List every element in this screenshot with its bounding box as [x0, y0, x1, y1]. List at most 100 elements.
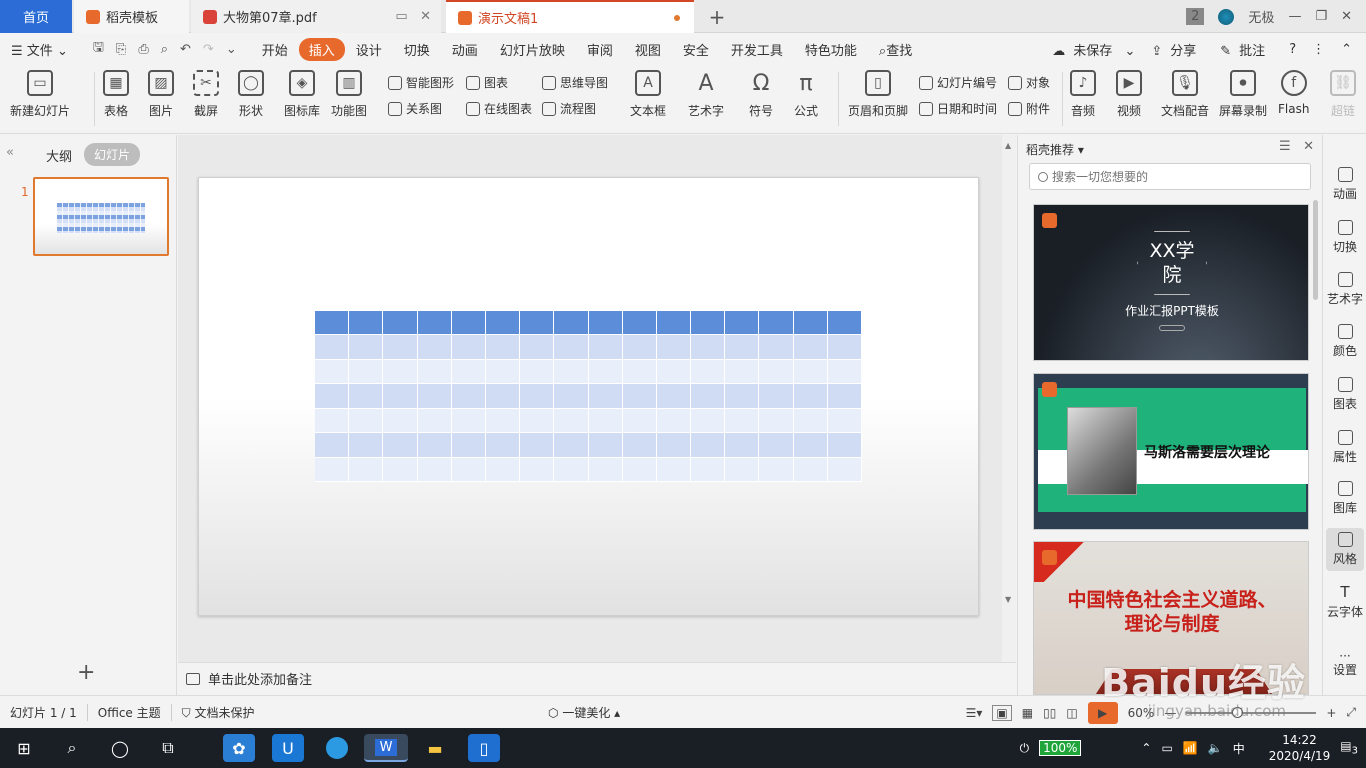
sidebar-properties[interactable]: 属性: [1323, 430, 1366, 465]
close-button[interactable]: ✕: [1341, 9, 1352, 24]
table-cell[interactable]: [622, 457, 657, 482]
beautify-button[interactable]: ⬡ 一键美化 ▴: [548, 704, 620, 721]
table-cell[interactable]: [622, 384, 657, 409]
template-card[interactable]: 马斯洛需要层次理论: [1033, 373, 1309, 530]
chart-button[interactable]: 图表: [466, 74, 508, 91]
table-cell[interactable]: [485, 408, 521, 434]
menu-home[interactable]: 开始: [251, 40, 299, 59]
smart-shape-button[interactable]: 智能图形: [388, 74, 454, 91]
windows-start-icon[interactable]: ⊞: [8, 734, 40, 762]
tray-expand-icon[interactable]: ⌃: [1141, 741, 1151, 755]
more-icon[interactable]: ⌄: [226, 42, 237, 57]
table-cell[interactable]: [349, 408, 384, 434]
table-cell[interactable]: [656, 335, 692, 360]
table-header-cell[interactable]: [588, 311, 623, 336]
table-header-cell[interactable]: [485, 311, 521, 336]
presenter-view-icon[interactable]: ◫: [1066, 706, 1077, 720]
print-icon[interactable]: ⎙: [138, 42, 148, 57]
panel-close-icon[interactable]: ✕: [1303, 139, 1314, 154]
table-cell[interactable]: [451, 359, 486, 385]
table-header-cell[interactable]: [554, 311, 589, 336]
new-tab-button[interactable]: +: [704, 0, 730, 33]
table-cell[interactable]: [793, 457, 828, 482]
table-cell[interactable]: [383, 384, 418, 409]
sorter-view-icon[interactable]: ▦: [1022, 706, 1033, 720]
redo-icon[interactable]: ↷: [203, 42, 214, 57]
flowchart-button[interactable]: 流程图: [542, 100, 596, 117]
table-cell[interactable]: [417, 384, 452, 409]
panel-menu-icon[interactable]: ☰: [1279, 139, 1291, 154]
table-cell[interactable]: [417, 433, 452, 458]
cortana-icon[interactable]: ◯: [104, 734, 136, 762]
table-header-cell[interactable]: [383, 311, 418, 336]
table-header-cell[interactable]: [793, 311, 828, 336]
table-cell[interactable]: [451, 408, 486, 434]
table-cell[interactable]: [656, 457, 692, 482]
menu-special[interactable]: 特色功能: [794, 40, 868, 59]
table-cell[interactable]: [622, 359, 657, 385]
table-cell[interactable]: [793, 359, 828, 385]
table-cell[interactable]: [793, 384, 828, 409]
template-search-input[interactable]: [1052, 169, 1292, 184]
audio-button[interactable]: ♪ 音频: [1070, 70, 1096, 119]
table-cell[interactable]: [485, 335, 521, 360]
screen-record-button[interactable]: ⏺ 屏幕录制: [1219, 70, 1267, 119]
symbol-button[interactable]: Ω 符号: [748, 70, 774, 119]
screenshot-button[interactable]: ✂ 截屏: [193, 70, 219, 119]
table-cell[interactable]: [725, 335, 760, 360]
table-cell[interactable]: [622, 408, 657, 434]
canvas-scrollbar[interactable]: ▲ ▼: [1002, 135, 1016, 662]
phone-app-icon[interactable]: ▯: [468, 734, 500, 762]
table-cell[interactable]: [691, 384, 726, 409]
table-cell[interactable]: [827, 457, 862, 482]
table-cell[interactable]: [451, 384, 486, 409]
table-cell[interactable]: [827, 335, 862, 360]
icon-library-button[interactable]: ◈ 图标库: [284, 70, 320, 119]
task-view-icon[interactable]: ⧉: [152, 734, 184, 762]
menu-transition[interactable]: 切换: [393, 40, 441, 59]
table-cell[interactable]: [451, 335, 486, 360]
table-cell[interactable]: [588, 335, 623, 360]
table-cell[interactable]: [691, 408, 726, 434]
restore-button[interactable]: ❐: [1315, 9, 1327, 24]
table-header-cell[interactable]: [417, 311, 452, 336]
menu-insert[interactable]: 插入: [298, 37, 345, 61]
tab-slides[interactable]: 幻灯片: [84, 143, 141, 166]
menu-slideshow[interactable]: 幻灯片放映: [489, 40, 576, 59]
table-cell[interactable]: [451, 457, 486, 482]
table-cell[interactable]: [520, 457, 555, 482]
wifi-icon[interactable]: 📶: [1183, 741, 1198, 755]
table-cell[interactable]: [315, 335, 350, 360]
sidebar-cloud-font[interactable]: T 云字体: [1323, 585, 1366, 620]
table-header-cell[interactable]: [725, 311, 760, 336]
datetime-button[interactable]: 日期和时间: [919, 100, 997, 117]
app-icon-2[interactable]: U: [272, 734, 304, 762]
table-cell[interactable]: [759, 457, 794, 482]
scroll-down-icon[interactable]: ▼: [1005, 595, 1011, 604]
table-cell[interactable]: [315, 384, 350, 409]
table-header-cell[interactable]: [520, 311, 555, 336]
minimize-button[interactable]: —: [1288, 9, 1301, 24]
table-cell[interactable]: [759, 335, 794, 360]
tab-presentation[interactable]: 演示文稿1: [446, 0, 694, 33]
table-cell[interactable]: [725, 433, 760, 458]
search-icon[interactable]: ⌕: [56, 734, 88, 762]
collapse-panel-icon[interactable]: «: [6, 145, 14, 160]
table-cell[interactable]: [349, 359, 384, 385]
zoom-in-button[interactable]: +: [1326, 706, 1336, 720]
tab-home[interactable]: 首页: [0, 0, 72, 33]
table-cell[interactable]: [383, 408, 418, 434]
table-cell[interactable]: [725, 384, 760, 409]
sidebar-gallery[interactable]: 图库: [1323, 481, 1366, 516]
textbox-button[interactable]: A 文本框: [630, 70, 666, 119]
user-name[interactable]: 无极: [1248, 7, 1274, 26]
menu-animation[interactable]: 动画: [441, 40, 489, 59]
more-options-icon[interactable]: ⋮: [1312, 42, 1325, 57]
template-search[interactable]: [1029, 163, 1311, 190]
share-button[interactable]: ⇪ 分享: [1151, 40, 1204, 59]
table-cell[interactable]: [485, 384, 521, 409]
notes-area[interactable]: 单击此处添加备注: [178, 662, 1016, 694]
volume-icon[interactable]: 🔈: [1208, 741, 1223, 755]
app-icon-1[interactable]: ✿: [223, 734, 255, 762]
shape-button[interactable]: ◯ 形状: [238, 70, 264, 119]
